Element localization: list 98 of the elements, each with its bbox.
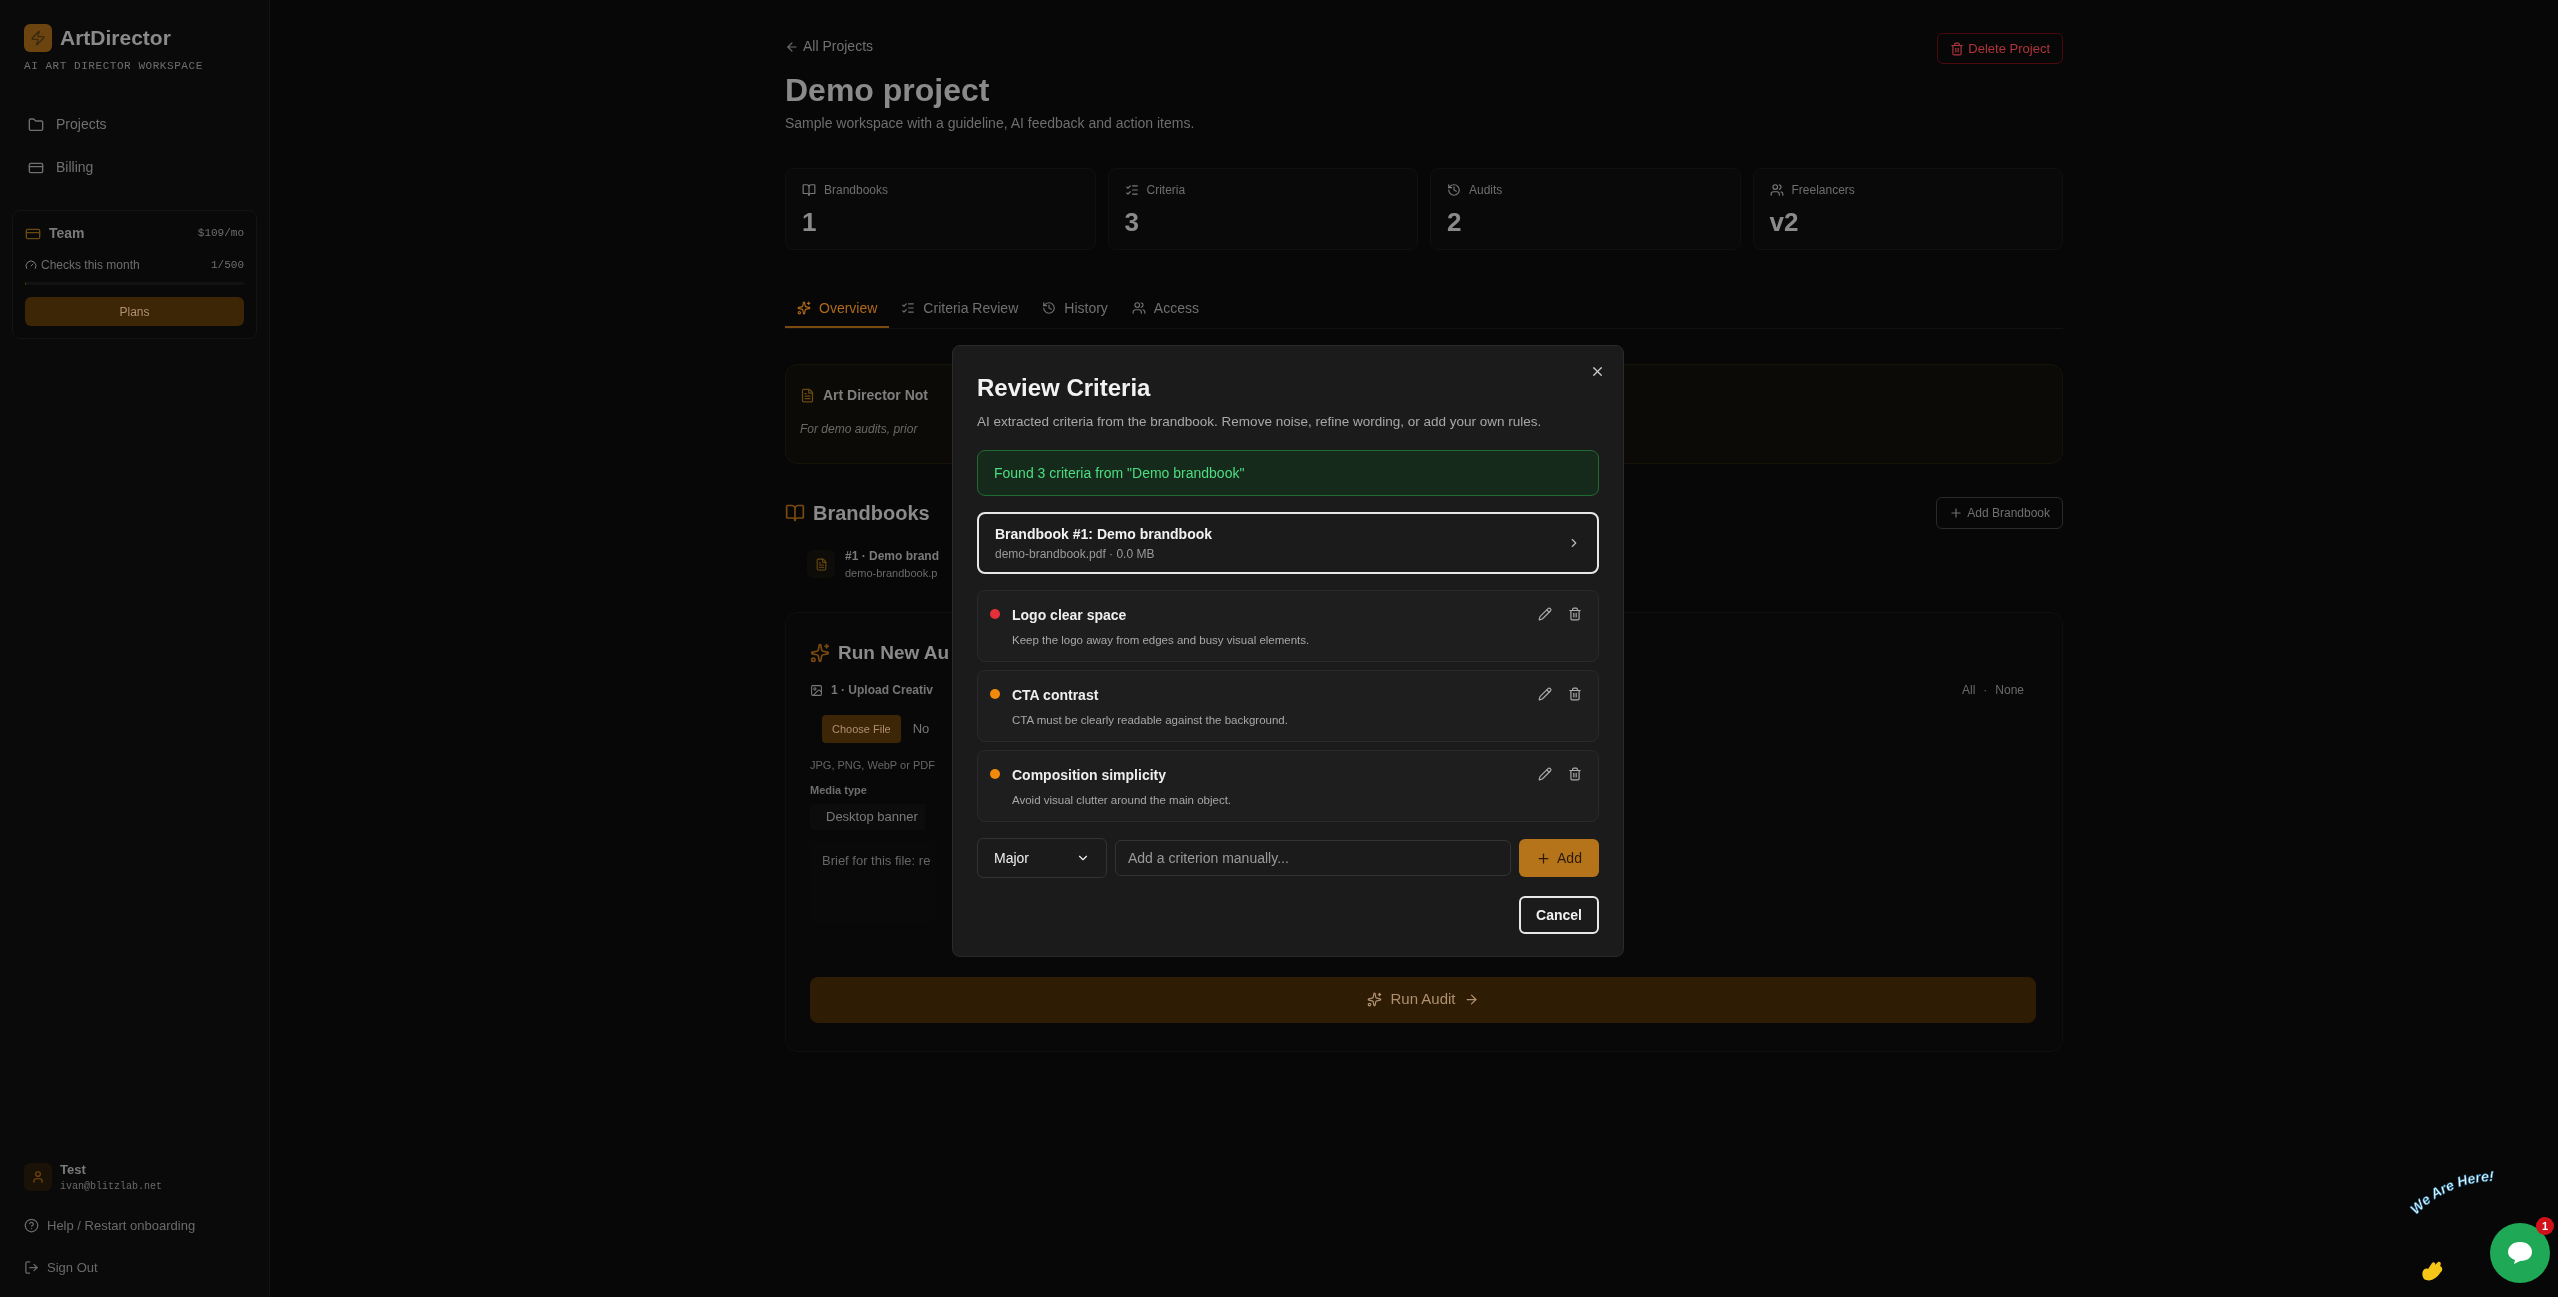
help-icon bbox=[24, 1218, 39, 1234]
tab-icon bbox=[797, 301, 811, 315]
tab[interactable]: Overview bbox=[785, 290, 890, 328]
project-subtitle: Sample workspace with a guideline, AI feedback and action items. bbox=[785, 114, 1196, 133]
audit-title: Run New Au bbox=[838, 640, 950, 665]
arrow-right-icon bbox=[1463, 992, 1479, 1007]
nav-link[interactable]: Billing bbox=[28, 157, 245, 178]
folder-icon bbox=[28, 116, 44, 133]
tab[interactable]: History bbox=[1030, 290, 1120, 328]
severity-select[interactable]: Major bbox=[977, 838, 1107, 879]
add-button[interactable]: Add bbox=[1519, 839, 1599, 878]
stat-icon bbox=[1447, 183, 1461, 197]
cancel-button[interactable]: Cancel bbox=[1519, 896, 1599, 935]
select-all-link[interactable]: All bbox=[1961, 681, 1976, 699]
plans-button[interactable]: Plans bbox=[25, 297, 244, 326]
dialog-description: AI extracted criteria from the brandbook. Remove noise, refine wording, or add your own rules. bbox=[977, 413, 1543, 431]
image-icon bbox=[810, 683, 823, 697]
tab-icon bbox=[1042, 301, 1057, 315]
media-type-label: Media type bbox=[810, 782, 867, 798]
plan-name: Team bbox=[49, 224, 85, 243]
sparkle-icon bbox=[810, 642, 830, 663]
document-icon bbox=[800, 388, 815, 403]
tab[interactable]: Access bbox=[1119, 290, 1211, 328]
tab-icon bbox=[901, 301, 916, 315]
criterion-description: CTA must be clearly readable against the background. bbox=[1012, 713, 1289, 729]
lightning-logo-icon bbox=[24, 23, 52, 52]
stat-value: 2 bbox=[1447, 206, 1463, 239]
edit-button[interactable] bbox=[1538, 607, 1552, 622]
add-brandbook-button[interactable]: Add Brandbook bbox=[1936, 497, 2063, 529]
stat-value: 1 bbox=[802, 206, 818, 239]
trash-icon bbox=[1950, 41, 1965, 56]
stat-icon bbox=[1769, 183, 1784, 197]
criterion-title: Composition simplicity bbox=[1012, 766, 1167, 786]
avatar-icon bbox=[24, 1162, 52, 1191]
file-icon bbox=[807, 550, 835, 579]
criterion-title: Logo clear space bbox=[1012, 606, 1128, 626]
stat-label: Freelancers bbox=[1791, 182, 1855, 199]
delete-button[interactable] bbox=[1568, 687, 1582, 702]
user-email: ivan@blitzlab.net bbox=[60, 1180, 163, 1194]
notification-badge: 1 bbox=[2536, 1217, 2554, 1235]
success-notice: Found 3 criteria from "Demo brandbook" bbox=[977, 450, 1599, 497]
section-title: Brandbooks bbox=[813, 501, 930, 526]
edit-button[interactable] bbox=[1538, 687, 1552, 702]
project-title: Demo project bbox=[785, 71, 991, 110]
file-status: No bbox=[912, 720, 930, 739]
close-button[interactable] bbox=[1590, 364, 1605, 379]
brandbook-title: Brandbook #1: Demo brandbook bbox=[995, 524, 1213, 544]
sparkle-icon bbox=[1367, 992, 1383, 1007]
tab[interactable]: Criteria Review bbox=[889, 290, 1031, 328]
gauge-icon bbox=[25, 259, 37, 271]
sign-out-link[interactable]: Sign Out bbox=[24, 1257, 245, 1277]
delete-button[interactable] bbox=[1568, 767, 1582, 782]
brandbook-card[interactable]: Brandbook #1: Demo brandbook demo-brandbook.pdf · 0.0 MB bbox=[977, 512, 1599, 575]
select-none-link[interactable]: None bbox=[1995, 681, 2024, 699]
help-link[interactable]: Help / Restart onboarding bbox=[24, 1216, 245, 1236]
logout-icon bbox=[24, 1259, 39, 1275]
delete-button[interactable] bbox=[1568, 607, 1582, 622]
usage-count: 1/500 bbox=[211, 257, 244, 273]
tab-icon bbox=[1131, 301, 1146, 315]
step-label: 1 · Upload Creativ bbox=[831, 682, 934, 699]
delete-project-button[interactable]: Delete Project bbox=[1937, 33, 2063, 64]
chat-bubble-icon bbox=[2506, 1240, 2534, 1266]
stat-label: Brandbooks bbox=[824, 182, 889, 199]
criterion-description: Keep the logo away from edges and busy visual elements. bbox=[1012, 633, 1311, 649]
nav-link[interactable]: Projects bbox=[28, 114, 245, 135]
criterion-input[interactable]: Add a criterion manually... bbox=[1115, 840, 1511, 877]
dialog-title: Review Criteria bbox=[977, 373, 1152, 403]
criterion-description: Avoid visual clutter around the main object. bbox=[1012, 793, 1233, 809]
separator: · bbox=[1983, 682, 1988, 699]
notes-title: Art Director Not bbox=[823, 386, 928, 405]
stat-icon bbox=[802, 183, 816, 197]
usage-label: Checks this month bbox=[41, 257, 140, 274]
brand-name: ArtDirector bbox=[60, 25, 171, 51]
stat-label: Audits bbox=[1469, 182, 1503, 199]
back-link[interactable]: All Projects bbox=[785, 36, 874, 57]
stat-value: v2 bbox=[1769, 206, 1800, 239]
format-hint: JPG, PNG, WebP or PDF bbox=[810, 758, 935, 773]
book-icon bbox=[785, 503, 805, 523]
run-audit-button[interactable]: Run Audit bbox=[810, 976, 2036, 1023]
edit-button[interactable] bbox=[1538, 767, 1552, 782]
notes-text: For demo audits, prior bbox=[800, 421, 918, 438]
plan-price: $109/mo bbox=[197, 226, 244, 242]
brandbook-file: demo-brandbook.p bbox=[845, 566, 939, 581]
curved-banner-text: We Are Here! bbox=[2404, 1161, 2554, 1219]
brand-tagline: AI ART DIRECTOR WORKSPACE bbox=[24, 58, 204, 74]
criterion-title: CTA contrast bbox=[1012, 686, 1100, 706]
stat-label: Criteria bbox=[1146, 182, 1186, 199]
brandbook-meta: demo-brandbook.pdf · 0.0 MB bbox=[995, 545, 1156, 563]
media-type-select[interactable]: Desktop banner bbox=[810, 804, 925, 830]
stat-value: 3 bbox=[1124, 206, 1140, 239]
plus-icon bbox=[1949, 506, 1964, 520]
stat-icon bbox=[1124, 183, 1139, 197]
brandbook-name: #1 · Demo brand bbox=[845, 548, 940, 565]
choose-file-button[interactable]: Choose File bbox=[822, 715, 901, 743]
arrow-left-icon bbox=[785, 39, 799, 54]
chat-button[interactable] bbox=[2490, 1223, 2550, 1283]
user-name: Test bbox=[60, 1160, 87, 1179]
plus-icon bbox=[1536, 850, 1552, 866]
